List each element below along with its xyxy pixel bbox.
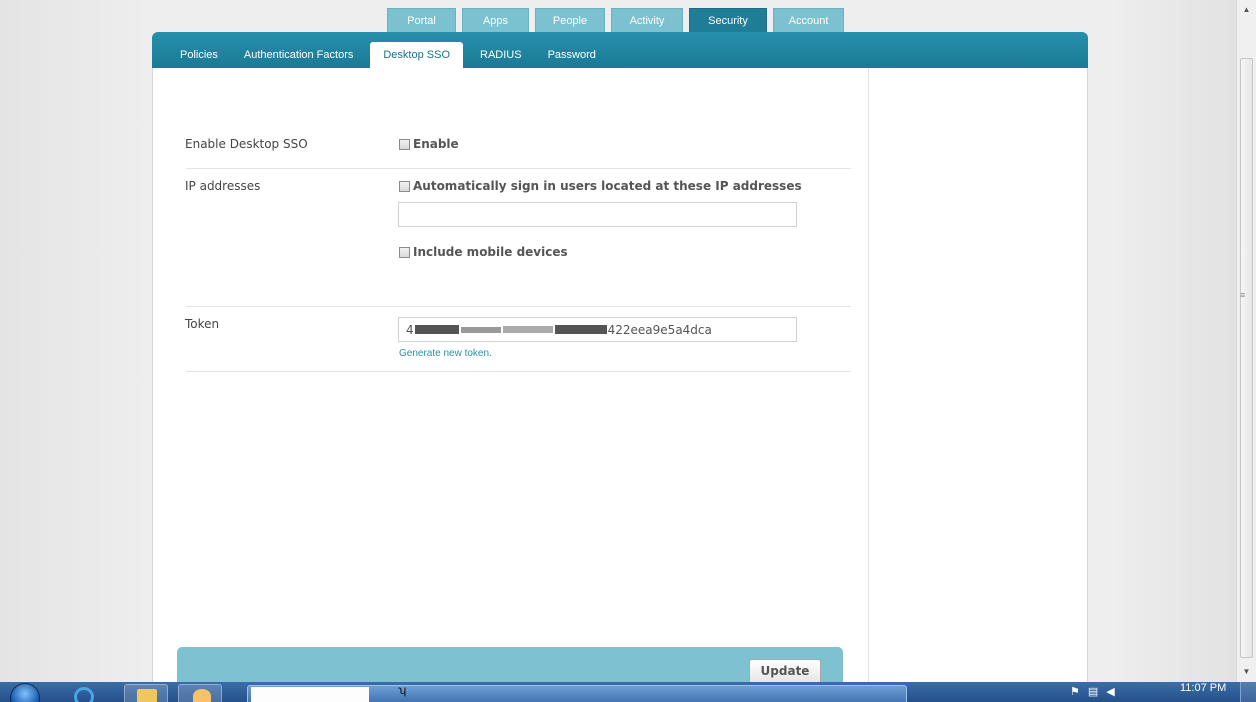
row-divider	[186, 306, 851, 307]
include-mobile-checkbox[interactable]	[399, 246, 410, 258]
enable-checkbox-label: Enable	[413, 137, 459, 151]
enable-desktop-sso-label: Enable Desktop SSO	[185, 137, 308, 151]
panel-body	[152, 68, 1088, 682]
taskbar-clock[interactable]: 11:07 PM	[1180, 682, 1226, 694]
column-divider	[868, 68, 869, 682]
flag-icon[interactable]: ⚑	[1070, 685, 1080, 698]
top-nav-tabs: Portal Apps People Activity Security Acc…	[387, 8, 844, 32]
windows-taskbar: ʮ ⚑ ▤ ◀ 11:07 PM	[0, 682, 1256, 702]
subtab-radius[interactable]: RADIUS	[467, 42, 535, 68]
auto-signin-checkbox[interactable]	[399, 180, 410, 192]
scroll-thumb[interactable]	[1240, 58, 1253, 658]
redaction-mark	[554, 325, 607, 334]
ip-addresses-input[interactable]	[398, 202, 797, 227]
enable-checkbox-row[interactable]: Enable	[399, 137, 459, 151]
auto-signin-checkbox-row[interactable]: Automatically sign in users located at t…	[399, 179, 802, 193]
subtab-policies[interactable]: Policies	[152, 42, 231, 68]
token-field[interactable]: 4 422eea9e5a4dca	[398, 317, 797, 342]
tab-portal[interactable]: Portal	[387, 8, 456, 32]
cursor-icon: ʮ	[398, 683, 407, 697]
row-divider	[186, 371, 851, 372]
show-desktop-button[interactable]	[1240, 682, 1256, 702]
mobile-checkbox-row[interactable]: Include mobile devices	[399, 245, 568, 259]
enable-checkbox[interactable]	[399, 138, 410, 150]
token-prefix: 4	[406, 322, 414, 337]
system-tray: ⚑ ▤ ◀	[1070, 685, 1115, 698]
outlook-button[interactable]	[178, 684, 222, 702]
scroll-up-icon[interactable]: ▲	[1237, 2, 1256, 18]
subtab-desktop-sso[interactable]: Desktop SSO	[370, 42, 463, 68]
tab-people[interactable]: People	[535, 8, 605, 32]
include-mobile-label: Include mobile devices	[413, 245, 568, 259]
ip-addresses-label: IP addresses	[185, 179, 261, 193]
redaction-mark	[502, 326, 553, 333]
taskbar-window-button[interactable]	[247, 685, 907, 702]
generate-new-token-link[interactable]: Generate new token.	[399, 348, 492, 359]
tab-security[interactable]: Security	[689, 8, 767, 32]
scroll-grip-icon: ≡	[1240, 290, 1246, 300]
network-icon[interactable]: ▤	[1088, 685, 1098, 698]
row-divider	[186, 168, 851, 169]
subtab-password[interactable]: Password	[535, 42, 609, 68]
window-thumbnail	[251, 687, 369, 702]
sub-nav-tabs: Policies Authentication Factors Desktop …	[152, 42, 609, 68]
internet-explorer-button[interactable]	[62, 684, 106, 702]
folder-button[interactable]	[124, 684, 168, 702]
subtab-authentication-factors[interactable]: Authentication Factors	[231, 42, 366, 68]
folder-icon	[137, 689, 157, 702]
auto-signin-label: Automatically sign in users located at t…	[413, 179, 802, 193]
internet-explorer-icon	[74, 687, 94, 702]
scroll-down-icon[interactable]: ▼	[1237, 664, 1256, 680]
volume-icon[interactable]: ◀	[1106, 685, 1114, 698]
outlook-icon	[193, 689, 211, 702]
token-label: Token	[185, 317, 220, 331]
update-button[interactable]: Update	[749, 659, 821, 684]
redaction-mark	[460, 326, 501, 333]
footer-action-bar	[177, 647, 843, 682]
tab-activity[interactable]: Activity	[611, 8, 683, 32]
start-orb-icon[interactable]	[10, 683, 40, 702]
tab-apps[interactable]: Apps	[462, 8, 529, 32]
redaction-mark	[414, 325, 459, 334]
panel-header: Policies Authentication Factors Desktop …	[152, 32, 1088, 68]
token-suffix: 422eea9e5a4dca	[607, 322, 712, 337]
vertical-scrollbar[interactable]: ▲ ≡ ▼	[1236, 0, 1256, 682]
tab-account[interactable]: Account	[773, 8, 844, 32]
